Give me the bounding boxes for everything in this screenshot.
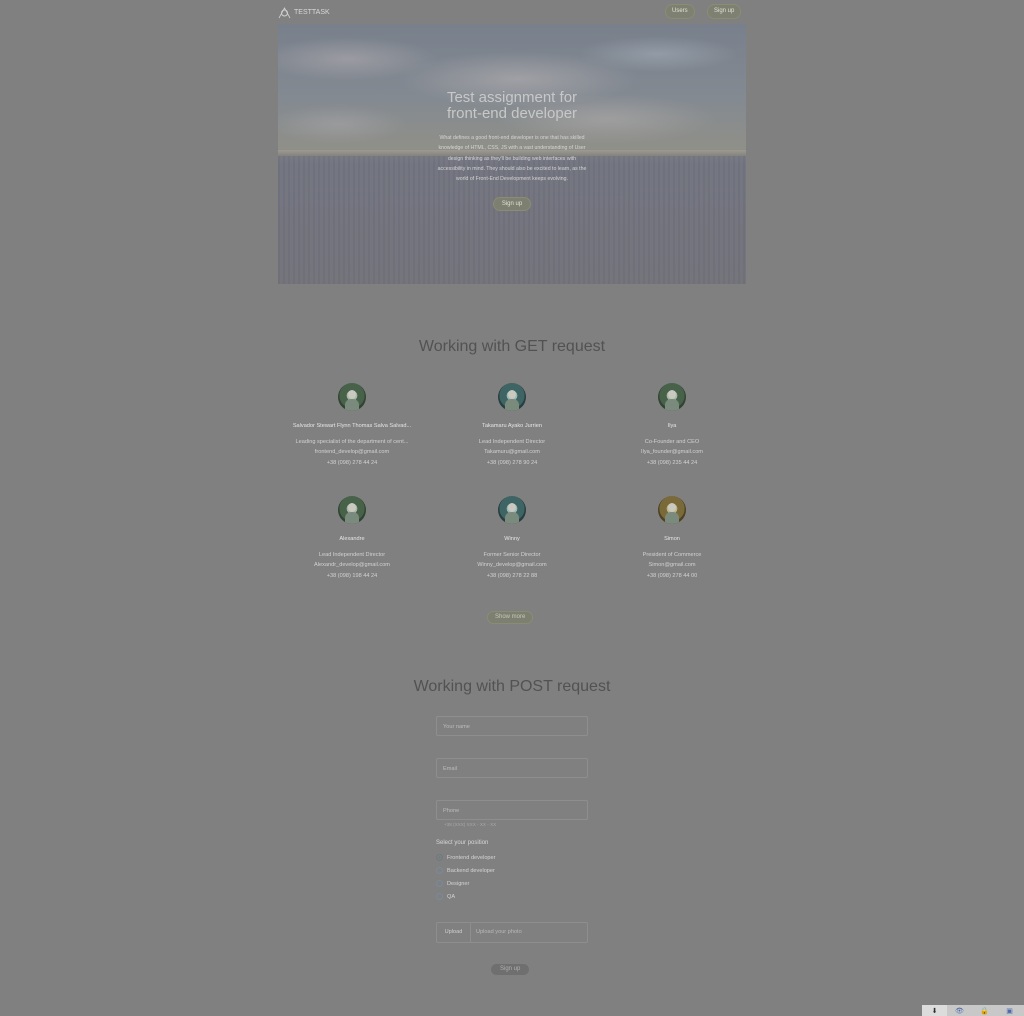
user-name: Simon	[664, 536, 680, 542]
submit-signup-button[interactable]: Sign up	[491, 964, 530, 975]
photo-upload: Upload Upload your photo	[436, 922, 588, 943]
phone-field[interactable]: Phone	[436, 800, 588, 820]
avatar	[498, 496, 526, 524]
hero-content: Test assignment for front-end developer …	[434, 89, 590, 211]
user-position: Lead Independent Director	[478, 439, 546, 445]
user-position: Former Senior Director	[483, 552, 541, 558]
radio-designer[interactable]: Designer	[436, 880, 469, 887]
radio-label-backend: Backend developer	[447, 867, 495, 874]
radio-button[interactable]	[436, 854, 443, 861]
extension-icon[interactable]: ▣	[997, 1005, 1022, 1016]
email-field[interactable]: Email	[436, 758, 588, 778]
user-phone: +38 (098) 278 44 24	[326, 459, 378, 466]
upload-button[interactable]: Upload	[437, 923, 471, 942]
radio-qa[interactable]: QA	[436, 893, 455, 900]
user-email: Simon@gmail.com	[648, 562, 696, 569]
user-card: Simon President of Commerce Simon@gmail.…	[602, 496, 742, 581]
avatar	[498, 383, 526, 411]
radio-label-qa: QA	[447, 893, 456, 900]
user-card: Salvador Stewart Flynn Thomas Salva Salv…	[282, 383, 422, 468]
header: TESTTASK Users Sign up	[278, 4, 746, 22]
phone-helper-text: +38 (XXX) XXX - XX - XX	[444, 822, 497, 827]
user-position: Co-Founder and CEO	[644, 439, 700, 445]
radio-backend[interactable]: Backend developer	[436, 867, 495, 874]
user-position: Lead Independent Director	[318, 552, 386, 558]
user-name: Takamaru Ayako Jurrien	[482, 423, 542, 429]
user-position: Leading specialist of the department of …	[295, 439, 409, 445]
avatar	[658, 383, 686, 411]
user-card: Ilya Co-Founder and CEO Ilya_founder@gma…	[602, 383, 742, 468]
hero-text: What defines a good front-end developer …	[437, 135, 587, 183]
lock-icon[interactable]: 🔒	[972, 1005, 997, 1016]
user-phone: +38 (098) 198 44 24	[326, 572, 378, 579]
user-email: frontend_develop@gmail.com	[314, 449, 390, 456]
user-phone: +38 (098) 235 44 24	[646, 459, 698, 466]
post-section-title: Working with POST request	[413, 678, 611, 695]
get-section-title: Working with GET request	[418, 338, 606, 355]
logo[interactable]: TESTTASK	[278, 6, 330, 19]
name-field[interactable]: Your name	[436, 716, 588, 736]
user-name: Salvador Stewart Flynn Thomas Salva Salv…	[292, 423, 412, 429]
hero-title: Test assignment for front-end developer	[446, 89, 578, 122]
radio-label-frontend: Frontend developer	[447, 854, 496, 861]
hero-signup-button[interactable]: Sign up	[493, 198, 531, 211]
download-icon[interactable]: ⬇	[922, 1005, 947, 1016]
radio-frontend[interactable]: Frontend developer	[436, 854, 496, 861]
avatar	[658, 496, 686, 524]
user-card: Takamaru Ayako Jurrien Lead Independent …	[442, 383, 582, 468]
logo-text: TESTTASK	[294, 9, 330, 16]
user-email: Takamuru@gmail.com	[484, 449, 540, 456]
user-name: Alexandre	[339, 536, 365, 542]
radio-label-designer: Designer	[447, 880, 470, 887]
radio-button[interactable]	[436, 867, 443, 874]
user-phone: +38 (098) 278 22 88	[486, 572, 538, 579]
user-card: Alexandre Lead Independent Director Alex…	[282, 496, 422, 581]
browser-status-bar: ⬇ 👁 🔒 ▣	[922, 1005, 1024, 1016]
user-email: Ilya_founder@gmail.com	[641, 449, 703, 456]
user-phone: +38 (098) 278 44 00	[646, 572, 698, 579]
user-name: Ilya	[667, 423, 677, 429]
user-email: Alexandr_develop@gmail.com	[314, 562, 390, 569]
user-phone: +38 (098) 278 90 24	[486, 459, 538, 466]
user-email: Winny_develop@gmail.com	[477, 562, 547, 569]
signup-nav-button[interactable]: Sign up	[708, 5, 741, 18]
upload-placeholder[interactable]: Upload your photo	[471, 923, 522, 942]
users-nav-button[interactable]: Users	[666, 5, 694, 18]
avatar	[338, 496, 366, 524]
show-more-button[interactable]: Show more	[488, 612, 533, 623]
radio-button[interactable]	[436, 880, 443, 887]
radio-button[interactable]	[436, 893, 443, 900]
user-position: President of Commerce	[642, 552, 702, 558]
user-name: Winny	[504, 536, 520, 542]
logo-icon	[278, 6, 291, 19]
hero-banner: Test assignment for front-end developer …	[278, 24, 746, 284]
user-card: Winny Former Senior Director Winny_devel…	[442, 496, 582, 581]
position-label: Select your position	[436, 840, 489, 846]
avatar	[338, 383, 366, 411]
eye-icon[interactable]: 👁	[947, 1005, 972, 1016]
